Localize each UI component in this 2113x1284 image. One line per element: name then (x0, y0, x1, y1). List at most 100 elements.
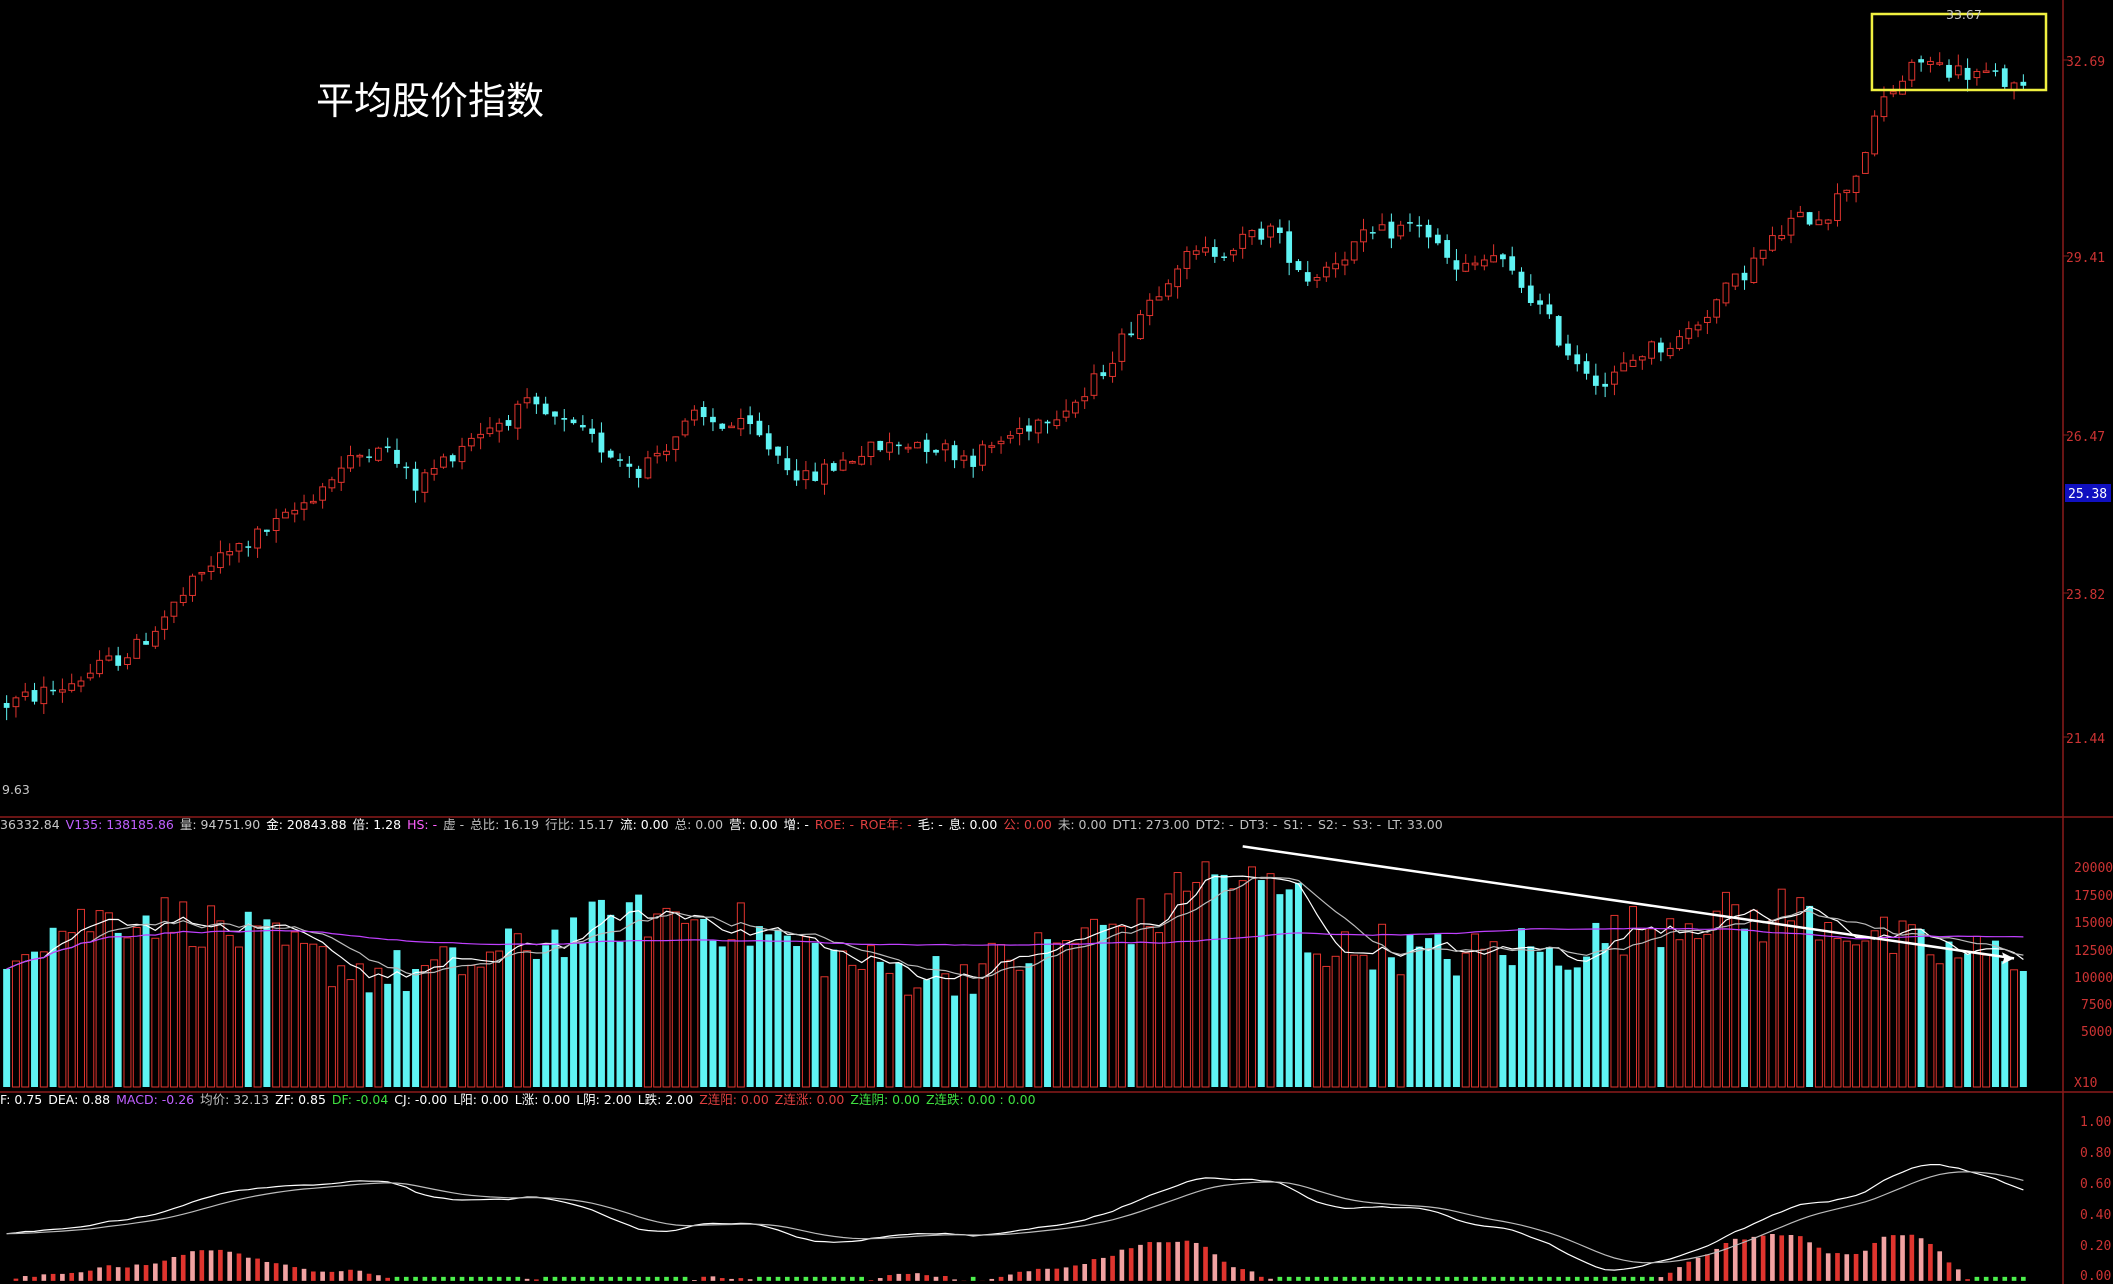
candle-body (1741, 272, 1748, 281)
stock-chart[interactable]: 平均股价指数 33.67 9.63 32.69 29.41 26.47 23.8… (0, 0, 2113, 1284)
info-item: Z连跌: 0.00 : 0.00 (926, 1092, 1036, 1107)
candle-body (700, 407, 707, 418)
candle-body (1918, 59, 1925, 63)
candle-body (1806, 212, 1813, 225)
volume-bar (1480, 948, 1489, 1088)
volume-bar (1211, 874, 1219, 1087)
candle-body (672, 436, 680, 450)
volume-bar (793, 946, 801, 1087)
info-item: L阴: 2.00 (576, 1092, 632, 1107)
candle-body (802, 470, 810, 481)
volume-tick: 5000 (2081, 1025, 2112, 1040)
info-item: ZF: 0.85 (275, 1092, 326, 1107)
candle-body (1703, 316, 1711, 324)
volume-bar (1285, 889, 1293, 1087)
volume-bar (393, 950, 401, 1087)
candle-body (254, 528, 261, 549)
volume-bar (1833, 938, 1842, 1088)
volume-bar (1573, 967, 1581, 1087)
volume-bar (1926, 954, 1935, 1088)
volume-bar (1331, 955, 1340, 1088)
volume-bar (857, 968, 866, 1088)
candle-body (207, 565, 215, 572)
volume-bar (318, 946, 327, 1088)
volume-bar (625, 902, 633, 1087)
volume-bar (895, 962, 903, 1087)
volume-bar (1592, 922, 1600, 1087)
volume-bar (1870, 930, 1879, 1088)
volume-bar (681, 922, 690, 1088)
volume-bar (1406, 934, 1414, 1087)
candle-body (77, 680, 85, 687)
volume-bar (114, 932, 122, 1087)
info-item: L跌: 2.00 (638, 1092, 694, 1107)
volume-bar (1731, 904, 1740, 1088)
volume-bar (1814, 939, 1823, 1088)
candle-body (189, 575, 196, 596)
volume-bar (1638, 928, 1647, 1088)
candle-body (988, 445, 996, 448)
candle-body (384, 446, 391, 449)
candle-body (1954, 65, 1962, 76)
volume-bar (346, 979, 355, 1088)
info-item: 倍: 1.28 (353, 817, 402, 832)
candle-body (300, 502, 308, 510)
volume-bar (839, 950, 848, 1088)
price-tick: 26.47 (2066, 430, 2105, 445)
volume-bar (1276, 894, 1284, 1087)
volume-bar (1071, 942, 1080, 1088)
volume-tick: 20000 (2074, 861, 2113, 876)
volume-bar (662, 907, 671, 1088)
volume-bar (1694, 938, 1703, 1088)
volume-bar (207, 905, 216, 1088)
volume-bar (1369, 969, 1377, 1087)
candle-body (1016, 428, 1024, 434)
candle-body (1638, 356, 1646, 361)
volume-bar (430, 959, 439, 1088)
info-item: 息: 0.00 (949, 817, 998, 832)
volume-tick: 12500 (2074, 944, 2113, 959)
volume-bar (458, 974, 467, 1088)
candle-body (617, 459, 623, 461)
high-price-label: 33.67 (1946, 7, 1982, 22)
volume-bar (1238, 880, 1247, 1088)
volume-bar (337, 965, 346, 1088)
candle-body (598, 432, 605, 453)
candle-body (1053, 419, 1061, 427)
volume-bar (374, 967, 383, 1088)
volume-bar (923, 979, 931, 1087)
volume-bar (485, 951, 494, 1088)
volume-bar (1907, 924, 1916, 1088)
candle-body (1425, 224, 1432, 238)
volume-tick: 15000 (2074, 916, 2113, 931)
info-item: ROE年: - (860, 817, 912, 832)
info-item: V135: 138185.86 (66, 817, 174, 832)
candle-body (1769, 235, 1776, 251)
volume-bar (365, 992, 373, 1087)
candle-body (1155, 296, 1163, 301)
volume-bar (1471, 933, 1480, 1088)
chart-title: 平均股价指数 (316, 79, 544, 123)
volume-bar (1545, 947, 1553, 1087)
volume-bar (913, 987, 922, 1088)
candle-body (1973, 71, 1981, 79)
candle-body (40, 686, 48, 705)
candle-body (115, 655, 122, 666)
candle-body (1509, 256, 1516, 271)
candle-body (552, 411, 558, 417)
candle-body (663, 450, 670, 456)
candle-body (96, 659, 103, 675)
volume-bar (1527, 946, 1535, 1087)
candle-body (1982, 70, 1990, 73)
volume-bar (1499, 955, 1507, 1087)
candle-body (1871, 115, 1879, 155)
volume-bar (1192, 881, 1201, 1088)
candle-body (997, 440, 1005, 445)
volume-bar (1387, 957, 1395, 1087)
candle-body (1397, 224, 1405, 237)
volume-bar (941, 973, 950, 1088)
candle-body (1537, 300, 1543, 305)
candle-body (1304, 272, 1311, 282)
volume-bar (225, 934, 234, 1088)
candle-body (1044, 421, 1051, 424)
